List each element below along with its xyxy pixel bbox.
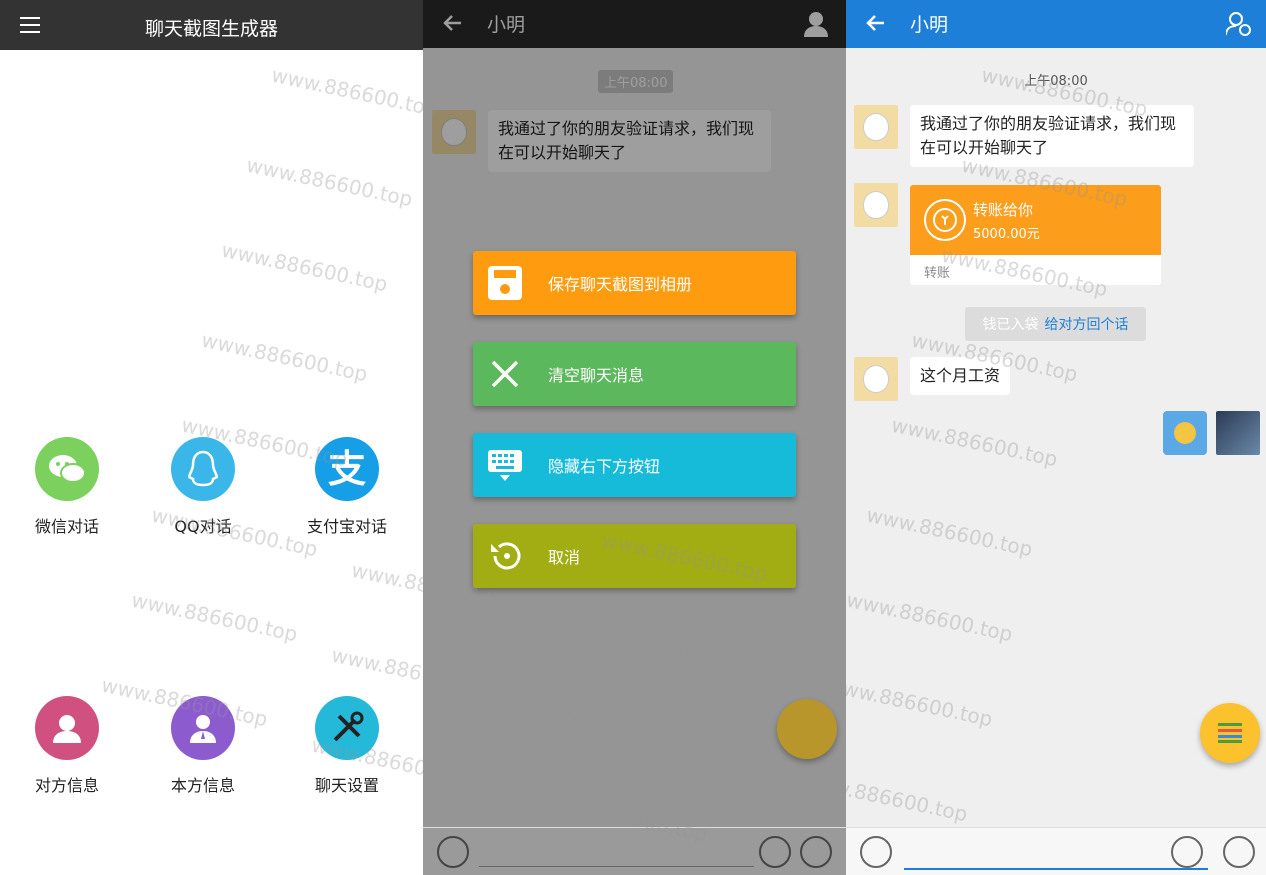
qq-icon bbox=[171, 437, 235, 501]
alipay-icon: 支 bbox=[315, 437, 379, 501]
qq-chat-screen: 小明 上午08:00 我通过了你的朋友验证请求，我们现在可以开始聊天了 保存聊天… bbox=[423, 0, 846, 875]
chat-settings-label: 聊天设置 bbox=[314, 776, 379, 795]
wechat-icon bbox=[35, 437, 99, 501]
incoming-message: 我通过了你的朋友验证请求，我们现在可以开始聊天了 bbox=[910, 105, 1194, 167]
qq-chat-button[interactable]: QQ对话 bbox=[153, 437, 253, 537]
chat-settings-button[interactable]: 聊天设置 bbox=[297, 696, 397, 796]
message-input[interactable] bbox=[904, 868, 1208, 870]
chat-header: 小明 bbox=[846, 0, 1266, 48]
transfer-card[interactable]: 转账给你 5000.00元 转账 bbox=[910, 185, 1161, 285]
alipay-chat-button[interactable]: 支 支付宝对话 bbox=[297, 437, 397, 537]
contact-name: 小明 bbox=[910, 14, 949, 36]
home-screen: 聊天截图生成器 微信对话 QQ对话 支 支付宝对话 对方信息 本方信息 聊天设置 bbox=[0, 0, 423, 875]
menu-fab[interactable] bbox=[777, 699, 837, 759]
clear-messages-label: 清空聊天消息 bbox=[548, 366, 645, 385]
keyboard-icon bbox=[488, 450, 522, 481]
input-bar bbox=[846, 827, 1266, 875]
outgoing-sticker[interactable] bbox=[1163, 411, 1207, 455]
message-time: 上午08:00 bbox=[1024, 74, 1088, 89]
list-icon bbox=[1218, 723, 1242, 743]
wechat-chat-label: 微信对话 bbox=[34, 517, 99, 536]
transfer-footer: 转账 bbox=[924, 266, 951, 281]
hide-fab-label: 隐藏右下方按钮 bbox=[548, 457, 661, 476]
tools-icon bbox=[315, 696, 379, 760]
save-screenshot-button[interactable]: 保存聊天截图到相册 bbox=[473, 251, 796, 315]
system-notice: 钱已入袋 给对方回个话 bbox=[965, 307, 1146, 341]
emoji-sticker-icon bbox=[1174, 422, 1196, 444]
message-input[interactable] bbox=[479, 866, 754, 867]
emoji-icon[interactable] bbox=[1171, 836, 1203, 868]
menu-fab[interactable] bbox=[1200, 703, 1260, 763]
save-screenshot-label: 保存聊天截图到相册 bbox=[548, 275, 693, 294]
app-bar: 聊天截图生成器 bbox=[0, 0, 423, 50]
transfer-amount: 5000.00元 bbox=[973, 227, 1040, 242]
person-male-icon bbox=[171, 696, 235, 760]
transfer-icon bbox=[924, 199, 966, 241]
contact-settings-icon[interactable] bbox=[1226, 11, 1252, 37]
contact-avatar[interactable] bbox=[854, 183, 898, 227]
app-title: 聊天截图生成器 bbox=[144, 18, 278, 40]
contact-avatar[interactable] bbox=[854, 105, 898, 149]
close-icon bbox=[491, 360, 519, 388]
reply-link[interactable]: 给对方回个话 bbox=[1045, 314, 1129, 334]
voice-icon[interactable] bbox=[437, 836, 469, 868]
transfer-title: 转账给你 bbox=[973, 201, 1034, 219]
wechat-chat-button[interactable]: 微信对话 bbox=[17, 437, 117, 537]
undo-icon bbox=[491, 542, 521, 570]
qq-chat-label: QQ对话 bbox=[174, 517, 232, 536]
voice-icon[interactable] bbox=[860, 836, 892, 868]
contact-info-label: 对方信息 bbox=[34, 776, 99, 795]
input-bar bbox=[423, 827, 846, 875]
contact-avatar[interactable] bbox=[854, 357, 898, 401]
self-info-label: 本方信息 bbox=[170, 776, 235, 795]
cancel-button[interactable]: 取消 bbox=[473, 524, 796, 588]
wechat-chat-screen: 小明 上午08:00 我通过了你的朋友验证请求，我们现在可以开始聊天了 转账给你… bbox=[846, 0, 1266, 875]
save-icon bbox=[488, 266, 522, 300]
person-female-icon bbox=[35, 696, 99, 760]
plus-icon[interactable] bbox=[1223, 836, 1255, 868]
back-arrow-icon[interactable] bbox=[864, 12, 886, 34]
emoji-icon[interactable] bbox=[759, 836, 791, 868]
hide-fab-button[interactable]: 隐藏右下方按钮 bbox=[473, 433, 796, 497]
alipay-chat-label: 支付宝对话 bbox=[306, 517, 387, 536]
contact-info-button[interactable]: 对方信息 bbox=[17, 696, 117, 796]
cancel-label: 取消 bbox=[548, 548, 581, 567]
self-info-button[interactable]: 本方信息 bbox=[153, 696, 253, 796]
plus-icon[interactable] bbox=[800, 836, 832, 868]
self-avatar[interactable] bbox=[1216, 411, 1260, 455]
notice-text: 钱已入袋 bbox=[982, 317, 1039, 333]
incoming-message: 这个月工资 bbox=[910, 357, 1011, 395]
clear-messages-button[interactable]: 清空聊天消息 bbox=[473, 342, 796, 406]
